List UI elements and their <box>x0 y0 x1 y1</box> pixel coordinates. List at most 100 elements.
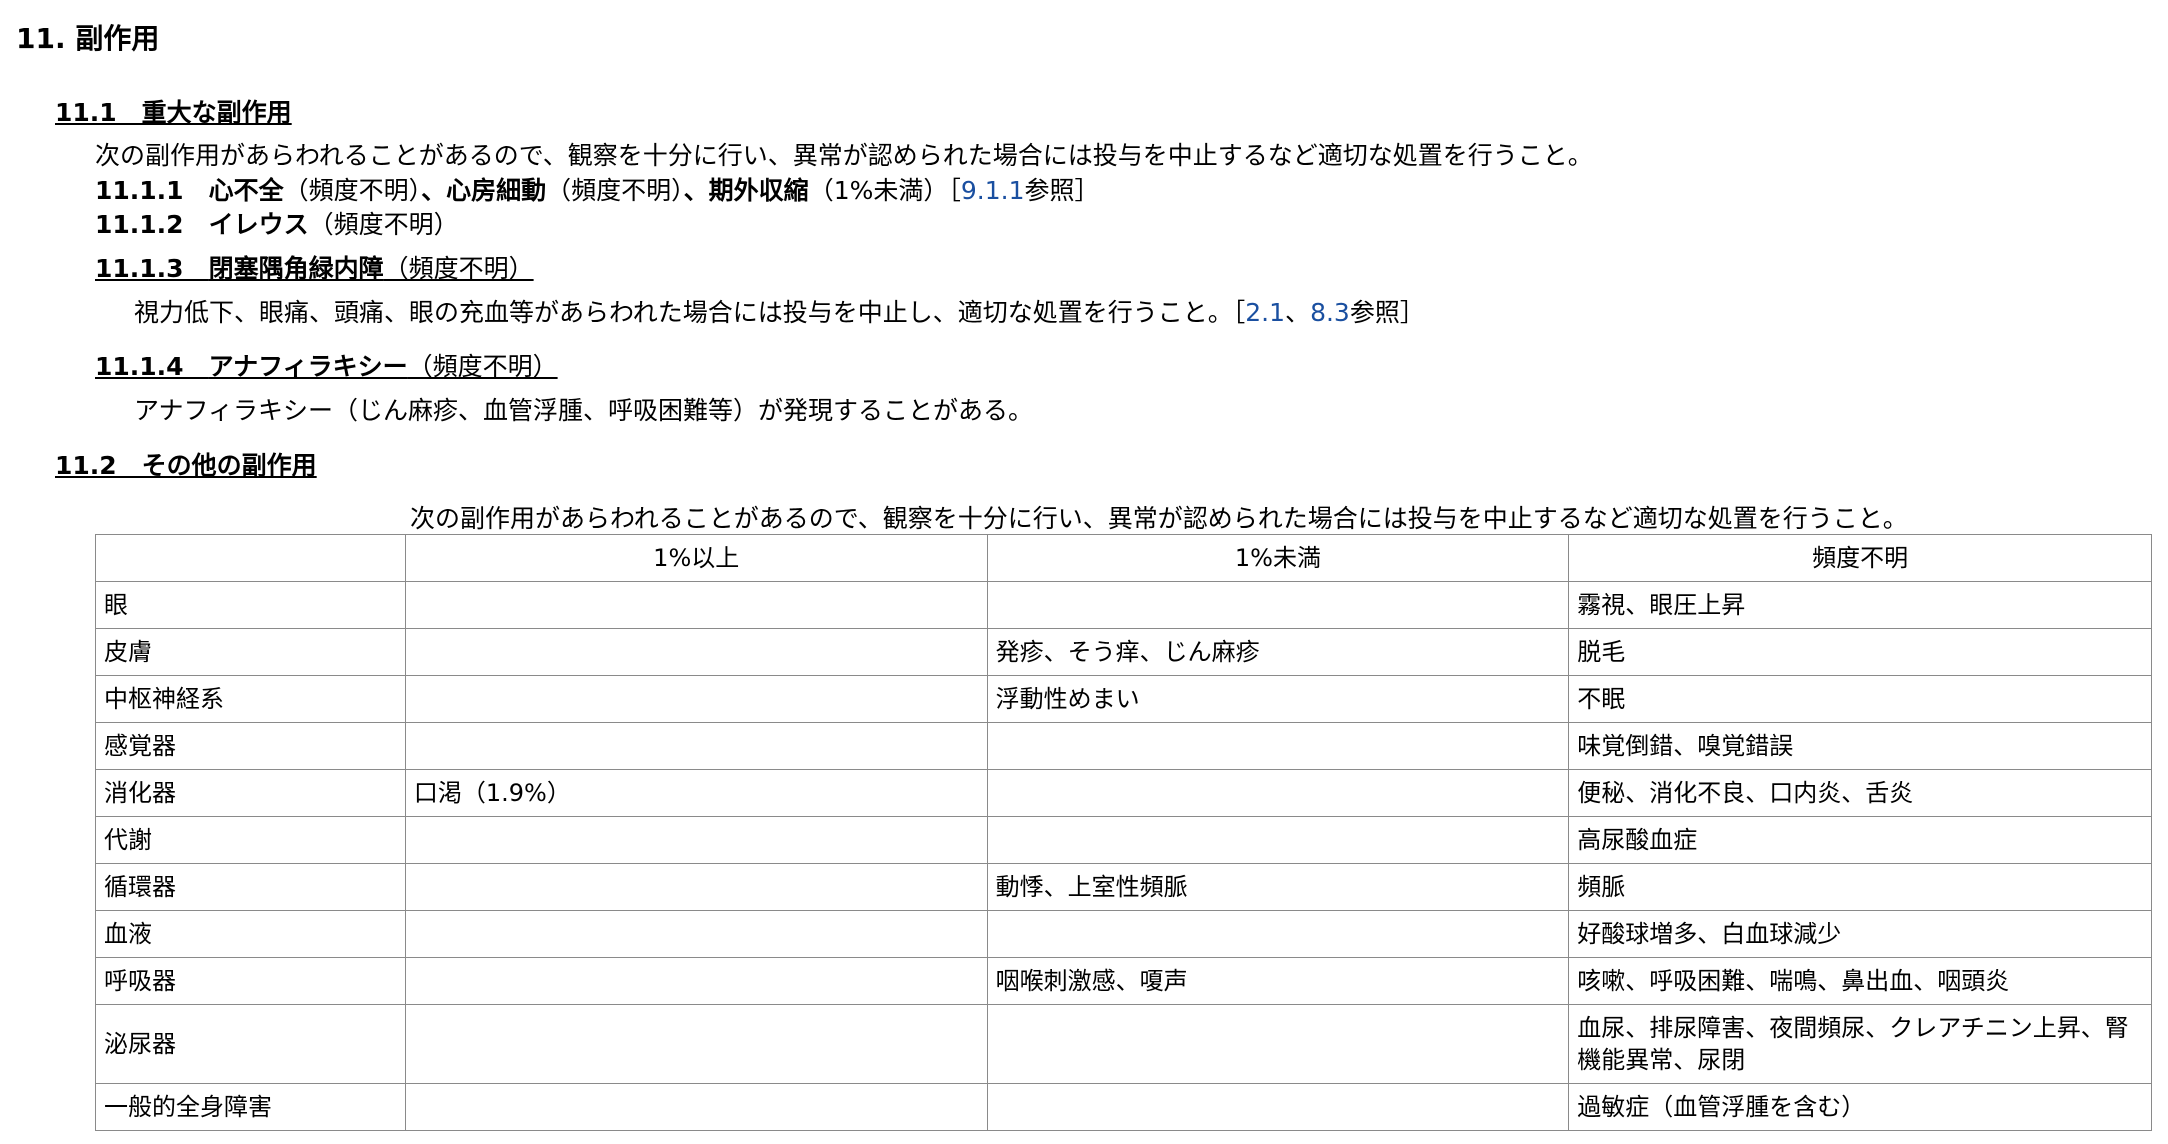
freq: （頻度不明） <box>383 254 534 283</box>
item-11-1-2: 11.1.2 イレウス（頻度不明） <box>95 208 459 242</box>
table-cell: 頻脈 <box>1568 863 2152 911</box>
table-cell <box>986 581 1570 629</box>
table-cell: 咽喉刺激感、嗄声 <box>986 957 1570 1005</box>
organ-cell: 泌尿器 <box>95 1004 406 1084</box>
table-cell: 不眠 <box>1568 675 2152 723</box>
table-cell: 霧視、眼圧上昇 <box>1568 581 2152 629</box>
table-cell: 咳嗽、呼吸困難、喘鳴、鼻出血、咽頭炎 <box>1568 957 2152 1005</box>
item-11-1-1: 11.1.1 心不全（頻度不明）、心房細動（頻度不明）、期外収縮（1%未満）［9… <box>95 174 1100 208</box>
ref-link-2-1[interactable]: 2.1 <box>1245 298 1285 327</box>
item-11-1-4-desc: アナフィラキシー（じん麻疹、血管浮腫、呼吸困難等）が発現することがある。 <box>134 396 1034 425</box>
table-cell <box>404 1004 988 1084</box>
term-angle-closure-glaucoma: 閉塞隅角緑内障 <box>208 254 384 283</box>
term-atrial-fibrillation: 心房細動 <box>446 176 547 205</box>
serious-adverse-heading: 11.1 重大な副作用 <box>55 98 292 127</box>
table-cell <box>404 675 988 723</box>
term-ileus: イレウス <box>208 210 309 239</box>
separator: 、 <box>421 176 447 205</box>
table-cell <box>404 1083 988 1131</box>
ref-bracket: ］ <box>1399 298 1425 327</box>
table-cell: 口渇（1.9%） <box>404 769 988 817</box>
table-row: 消化器 口渇（1.9%） 便秘、消化不良、口内炎、舌炎 <box>95 769 2152 817</box>
freq: （頻度不明） <box>407 352 558 381</box>
table-cell: 味覚倒錯、嗅覚錯誤 <box>1568 722 2152 770</box>
organ-cell: 中枢神経系 <box>95 675 406 723</box>
header-cell: 1%以上 <box>404 534 988 582</box>
item-number: 11.1.1 <box>95 176 209 205</box>
section-title: 11. 副作用 <box>16 22 160 55</box>
item-number: 11.1.2 <box>95 210 209 239</box>
document-page: 11. 副作用 11.1 重大な副作用 次の副作用があらわれることがあるので、観… <box>0 0 2168 1144</box>
ref-bracket: ］ <box>1074 176 1100 205</box>
table-cell <box>986 1004 1570 1084</box>
table-cell: 発疹、そう痒、じん麻疹 <box>986 628 1570 676</box>
header-cell <box>95 534 406 582</box>
serious-intro: 次の副作用があらわれることがあるので、観察を十分に行い、異常が認められた場合には… <box>95 141 1593 170</box>
ref-link-9-1-1[interactable]: 9.1.1 <box>961 176 1025 205</box>
freq: （1%未満） <box>808 176 949 205</box>
table-cell: 脱毛 <box>1568 628 2152 676</box>
ref-suffix: 参照 <box>1349 298 1400 327</box>
item-11-1-4-heading: 11.1.4 アナフィラキシー（頻度不明） <box>95 350 558 384</box>
item-number: 11.1.4 <box>95 352 209 381</box>
table-cell <box>404 863 988 911</box>
ref-link-8-3[interactable]: 8.3 <box>1310 298 1350 327</box>
organ-cell: 一般的全身障害 <box>95 1083 406 1131</box>
table-row: 皮膚 発疹、そう痒、じん麻疹 脱毛 <box>95 628 2152 676</box>
table-cell <box>404 581 988 629</box>
table-cell: 過敏症（血管浮腫を含む） <box>1568 1083 2152 1131</box>
item-11-1-3-desc: 視力低下、眼痛、頭痛、眼の充血等があらわれた場合には投与を中止し、適切な処置を行… <box>134 296 1425 330</box>
organ-cell: 代謝 <box>95 816 406 864</box>
freq: （頻度不明） <box>283 176 422 205</box>
header-cell: 頻度不明 <box>1568 534 2152 582</box>
term-anaphylaxis: アナフィラキシー <box>208 352 408 381</box>
table-caption: 次の副作用があらわれることがあるので、観察を十分に行い、異常が認められた場合には… <box>410 504 1908 533</box>
freq: （頻度不明） <box>546 176 684 205</box>
table-cell <box>986 722 1570 770</box>
table-cell: 血尿、排尿障害、夜間頻尿、クレアチニン上昇、腎機能異常、尿閉 <box>1568 1004 2152 1084</box>
organ-cell: 感覚器 <box>95 722 406 770</box>
table-header-row: 1%以上 1%未満 頻度不明 <box>95 534 2152 582</box>
table-cell <box>404 722 988 770</box>
organ-cell: 呼吸器 <box>95 957 406 1005</box>
item-number: 11.1.3 <box>95 254 209 283</box>
table-row: 中枢神経系 浮動性めまい 不眠 <box>95 675 2152 723</box>
table-cell <box>404 910 988 958</box>
ref-bracket: ［ <box>948 176 961 205</box>
table-cell: 好酸球増多、白血球減少 <box>1568 910 2152 958</box>
term-heart-failure: 心不全 <box>208 176 284 205</box>
table-row: 泌尿器 血尿、排尿障害、夜間頻尿、クレアチニン上昇、腎機能異常、尿閉 <box>95 1004 2152 1084</box>
term-extrasystole: 期外収縮 <box>708 176 809 205</box>
item-11-1-3-heading: 11.1.3 閉塞隅角緑内障（頻度不明） <box>95 252 534 286</box>
table-cell <box>404 628 988 676</box>
table-cell <box>404 957 988 1005</box>
ref-bracket: ［ <box>1232 298 1246 327</box>
table-cell: 動悸、上室性頻脈 <box>986 863 1570 911</box>
ref-separator: 、 <box>1285 298 1311 327</box>
organ-cell: 眼 <box>95 581 406 629</box>
table-cell <box>986 1083 1570 1131</box>
table-row: 一般的全身障害 過敏症（血管浮腫を含む） <box>95 1083 2152 1131</box>
organ-cell: 血液 <box>95 910 406 958</box>
organ-cell: 循環器 <box>95 863 406 911</box>
table-row: 眼 霧視、眼圧上昇 <box>95 581 2152 629</box>
table-row: 感覚器 味覚倒錯、嗅覚錯誤 <box>95 722 2152 770</box>
ref-suffix: 参照 <box>1024 176 1075 205</box>
table-cell: 浮動性めまい <box>986 675 1570 723</box>
table-row: 代謝 高尿酸血症 <box>95 816 2152 864</box>
desc-text: 視力低下、眼痛、頭痛、眼の充血等があらわれた場合には投与を中止し、適切な処置を行… <box>134 298 1233 327</box>
table-cell <box>986 769 1570 817</box>
organ-cell: 皮膚 <box>95 628 406 676</box>
separator: 、 <box>683 176 709 205</box>
table-cell <box>986 816 1570 864</box>
table-cell <box>404 816 988 864</box>
freq: （頻度不明） <box>308 210 459 239</box>
table-cell: 高尿酸血症 <box>1568 816 2152 864</box>
table-row: 呼吸器 咽喉刺激感、嗄声 咳嗽、呼吸困難、喘鳴、鼻出血、咽頭炎 <box>95 957 2152 1005</box>
table-row: 血液 好酸球増多、白血球減少 <box>95 910 2152 958</box>
header-cell: 1%未満 <box>986 534 1570 582</box>
table-cell: 便秘、消化不良、口内炎、舌炎 <box>1568 769 2152 817</box>
other-adverse-heading: 11.2 その他の副作用 <box>55 451 317 480</box>
table-row: 循環器 動悸、上室性頻脈 頻脈 <box>95 863 2152 911</box>
organ-cell: 消化器 <box>95 769 406 817</box>
